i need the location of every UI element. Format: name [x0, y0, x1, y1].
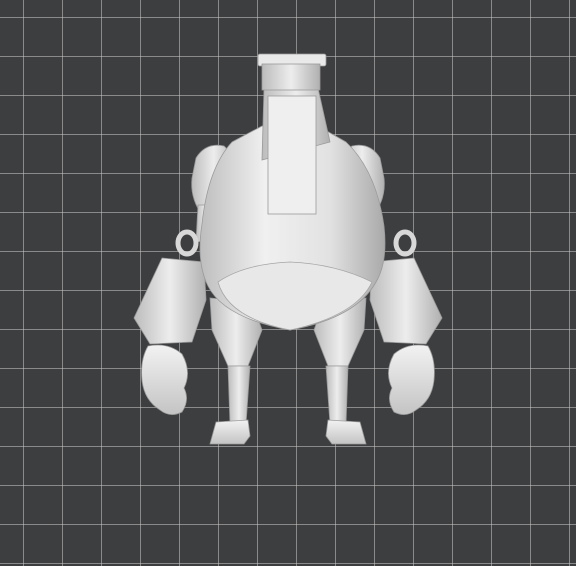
neck-collar — [261, 63, 321, 91]
left-elbow-ring — [175, 229, 199, 257]
right-hand — [388, 344, 435, 415]
right-elbow-ring — [393, 229, 417, 257]
right-shin — [325, 365, 349, 425]
right-foot — [325, 419, 367, 445]
chest-plate — [267, 95, 317, 215]
robot-model[interactable] — [0, 0, 576, 566]
left-forearm — [133, 257, 207, 345]
left-foot — [209, 419, 251, 445]
left-shin — [227, 365, 251, 425]
3d-viewport[interactable] — [0, 0, 576, 566]
left-hand — [141, 344, 188, 415]
